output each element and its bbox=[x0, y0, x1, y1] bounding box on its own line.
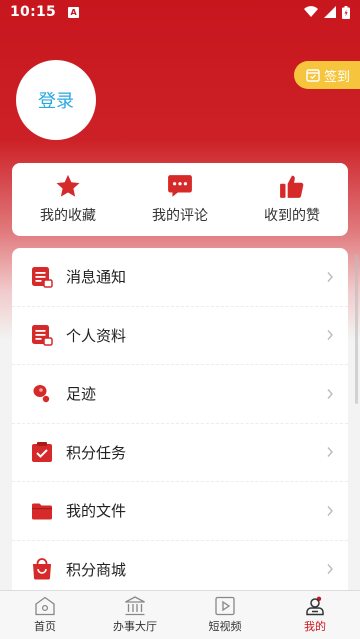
message-doc-icon bbox=[30, 265, 54, 289]
nav-home[interactable]: 首页 bbox=[0, 591, 90, 639]
comments-label: 我的评论 bbox=[152, 208, 208, 224]
chevron-right-icon bbox=[327, 271, 333, 282]
menu-label-messages: 消息通知 bbox=[66, 268, 127, 287]
scrollbar[interactable] bbox=[355, 254, 358, 404]
wifi-icon bbox=[304, 6, 318, 18]
nav-short-video-label: 短视频 bbox=[208, 620, 242, 633]
nav-home-label: 首页 bbox=[34, 620, 56, 633]
nav-mine-label: 我的 bbox=[304, 620, 326, 633]
notification-a-icon: A bbox=[68, 6, 80, 18]
menu-label-points-mall: 积分商城 bbox=[66, 560, 127, 579]
menu-label-points-tasks: 积分任务 bbox=[66, 443, 127, 462]
star-icon bbox=[56, 174, 80, 197]
chevron-right-icon bbox=[327, 388, 333, 399]
menu-list: 消息通知 个人资料 足迹 积分任务 我的文件 积分商城 bbox=[12, 248, 348, 608]
chevron-right-icon bbox=[327, 330, 333, 341]
favorites-button[interactable]: 我的收藏 bbox=[18, 174, 118, 225]
comments-button[interactable]: 我的评论 bbox=[130, 174, 230, 225]
status-bar: 10:15 A bbox=[0, 0, 360, 24]
calendar-check-icon bbox=[306, 69, 320, 82]
bottom-nav: 首页 办事大厅 短视频 我的 bbox=[0, 590, 360, 639]
video-icon bbox=[215, 596, 235, 616]
login-avatar[interactable]: 登录 bbox=[16, 60, 96, 140]
signal-icon bbox=[324, 6, 336, 18]
menu-label-footprints: 足迹 bbox=[66, 385, 97, 404]
chevron-right-icon bbox=[327, 505, 333, 516]
checkin-button[interactable]: 签到 bbox=[294, 61, 360, 89]
battery-icon bbox=[342, 5, 350, 19]
menu-label-profile: 个人资料 bbox=[66, 326, 127, 345]
home-icon bbox=[35, 596, 55, 616]
likes-label: 收到的赞 bbox=[264, 208, 320, 224]
nav-service-hall[interactable]: 办事大厅 bbox=[90, 591, 180, 639]
nav-service-hall-label: 办事大厅 bbox=[113, 620, 157, 633]
thumbs-up-icon bbox=[280, 175, 304, 198]
status-time: 10:15 bbox=[10, 4, 57, 20]
likes-button[interactable]: 收到的赞 bbox=[242, 174, 342, 225]
menu-item-my-files[interactable]: 我的文件 bbox=[12, 482, 348, 541]
menu-item-profile[interactable]: 个人资料 bbox=[12, 307, 348, 365]
shopping-bag-icon bbox=[30, 557, 54, 581]
footprint-icon bbox=[30, 382, 54, 406]
folder-icon bbox=[30, 499, 54, 523]
chevron-right-icon bbox=[327, 564, 333, 575]
stats-card: 我的收藏 我的评论 收到的赞 bbox=[12, 163, 348, 236]
favorites-label: 我的收藏 bbox=[40, 208, 96, 224]
menu-item-points-tasks[interactable]: 积分任务 bbox=[12, 424, 348, 482]
menu-label-my-files: 我的文件 bbox=[66, 502, 127, 521]
nav-short-video[interactable]: 短视频 bbox=[180, 591, 270, 639]
checkin-label: 签到 bbox=[324, 69, 351, 85]
profile-doc-icon bbox=[30, 323, 54, 347]
user-icon bbox=[306, 596, 324, 616]
menu-item-messages[interactable]: 消息通知 bbox=[12, 248, 348, 307]
status-icons bbox=[304, 5, 350, 19]
comment-icon bbox=[168, 175, 192, 197]
clipboard-check-icon bbox=[30, 440, 54, 464]
chevron-right-icon bbox=[327, 447, 333, 458]
login-label: 登录 bbox=[38, 91, 74, 112]
nav-mine[interactable]: 我的 bbox=[270, 591, 360, 639]
hall-icon bbox=[125, 596, 145, 616]
menu-item-footprints[interactable]: 足迹 bbox=[12, 365, 348, 424]
